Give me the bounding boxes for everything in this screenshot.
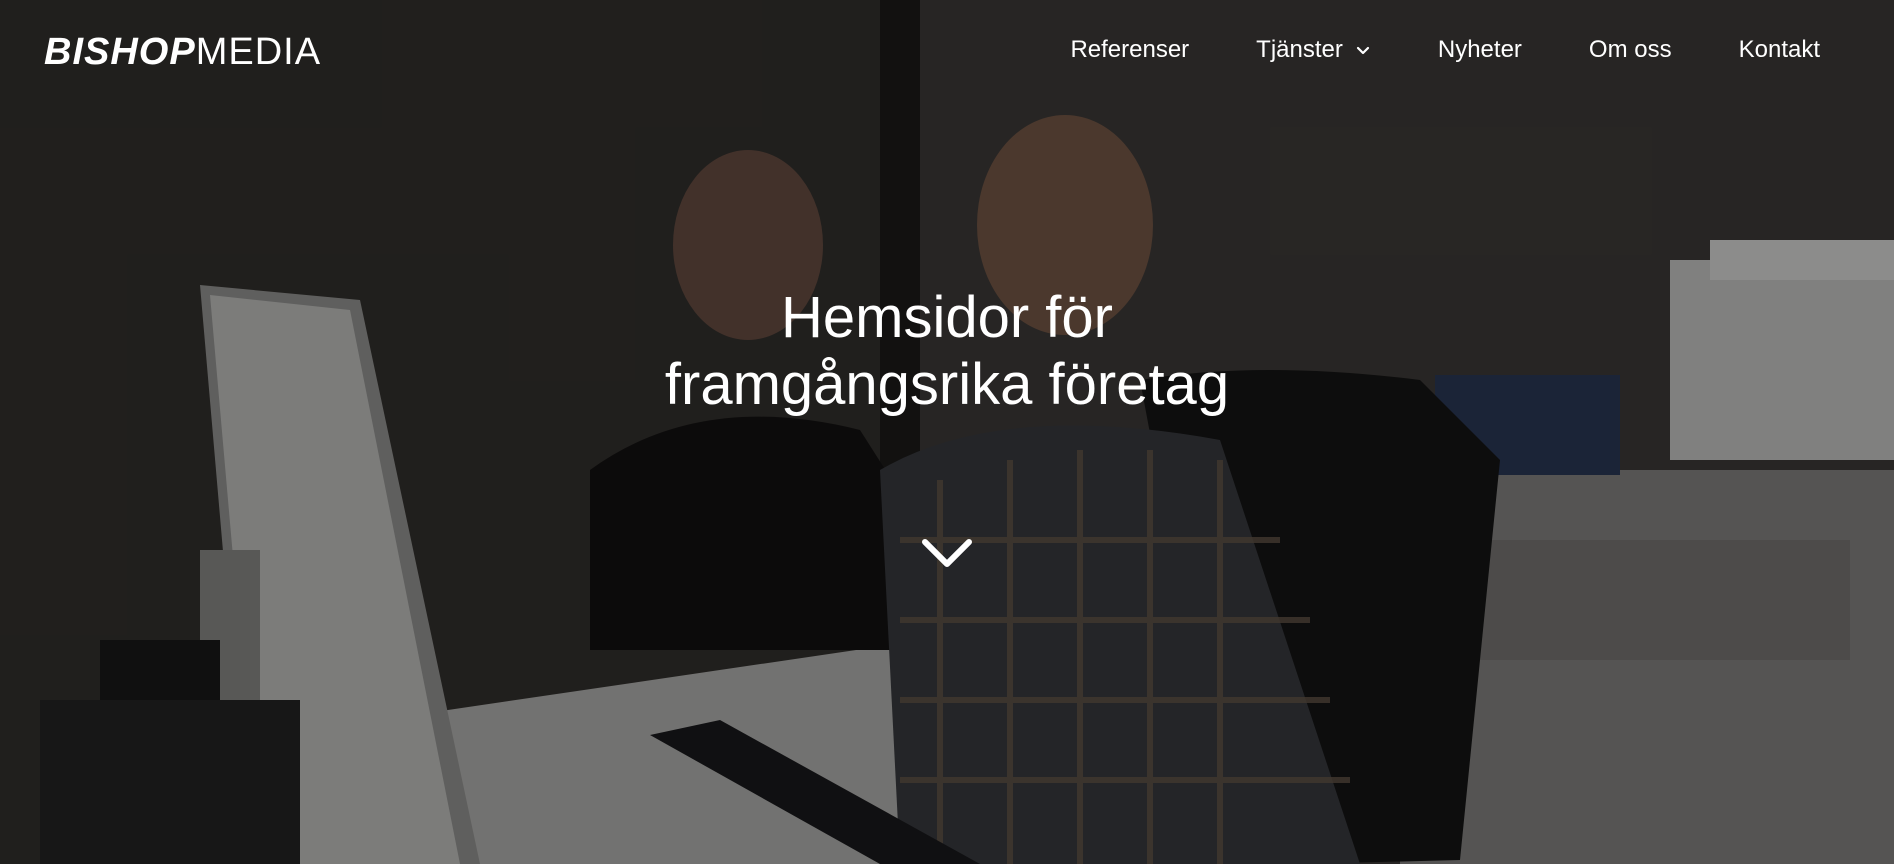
logo-bold-text: BISHOP — [44, 30, 196, 73]
logo[interactable]: BISHOP MEDIA — [44, 30, 322, 73]
site-header: BISHOP MEDIA Referenser Tjänster Nyheter … — [0, 0, 1894, 108]
main-nav: Referenser Tjänster Nyheter Om oss Konta… — [1070, 36, 1820, 64]
hero-dark-overlay — [0, 0, 1894, 864]
scroll-down-chevron-icon[interactable] — [920, 532, 974, 572]
chevron-down-icon — [1356, 46, 1369, 55]
nav-item-label: Tjänster — [1256, 36, 1343, 63]
logo-light-text: MEDIA — [195, 30, 322, 73]
nav-item-nyheter[interactable]: Nyheter — [1438, 36, 1522, 64]
nav-item-referenser[interactable]: Referenser — [1070, 36, 1189, 64]
nav-item-tjanster[interactable]: Tjänster — [1256, 36, 1371, 64]
nav-item-label: Referenser — [1070, 36, 1190, 63]
nav-item-label: Kontakt — [1738, 36, 1820, 63]
nav-item-kontakt[interactable]: Kontakt — [1739, 36, 1820, 64]
hero-headline: Hemsidor för framgångsrika företag — [0, 284, 1894, 418]
hero-headline-line1: Hemsidor för — [781, 285, 1113, 350]
nav-item-label: Nyheter — [1437, 36, 1522, 63]
hero-section: BISHOP MEDIA Referenser Tjänster Nyheter … — [0, 0, 1894, 864]
nav-item-label: Om oss — [1588, 36, 1672, 63]
hero-headline-line2: framgångsrika företag — [664, 352, 1230, 417]
nav-item-om-oss[interactable]: Om oss — [1589, 36, 1672, 64]
